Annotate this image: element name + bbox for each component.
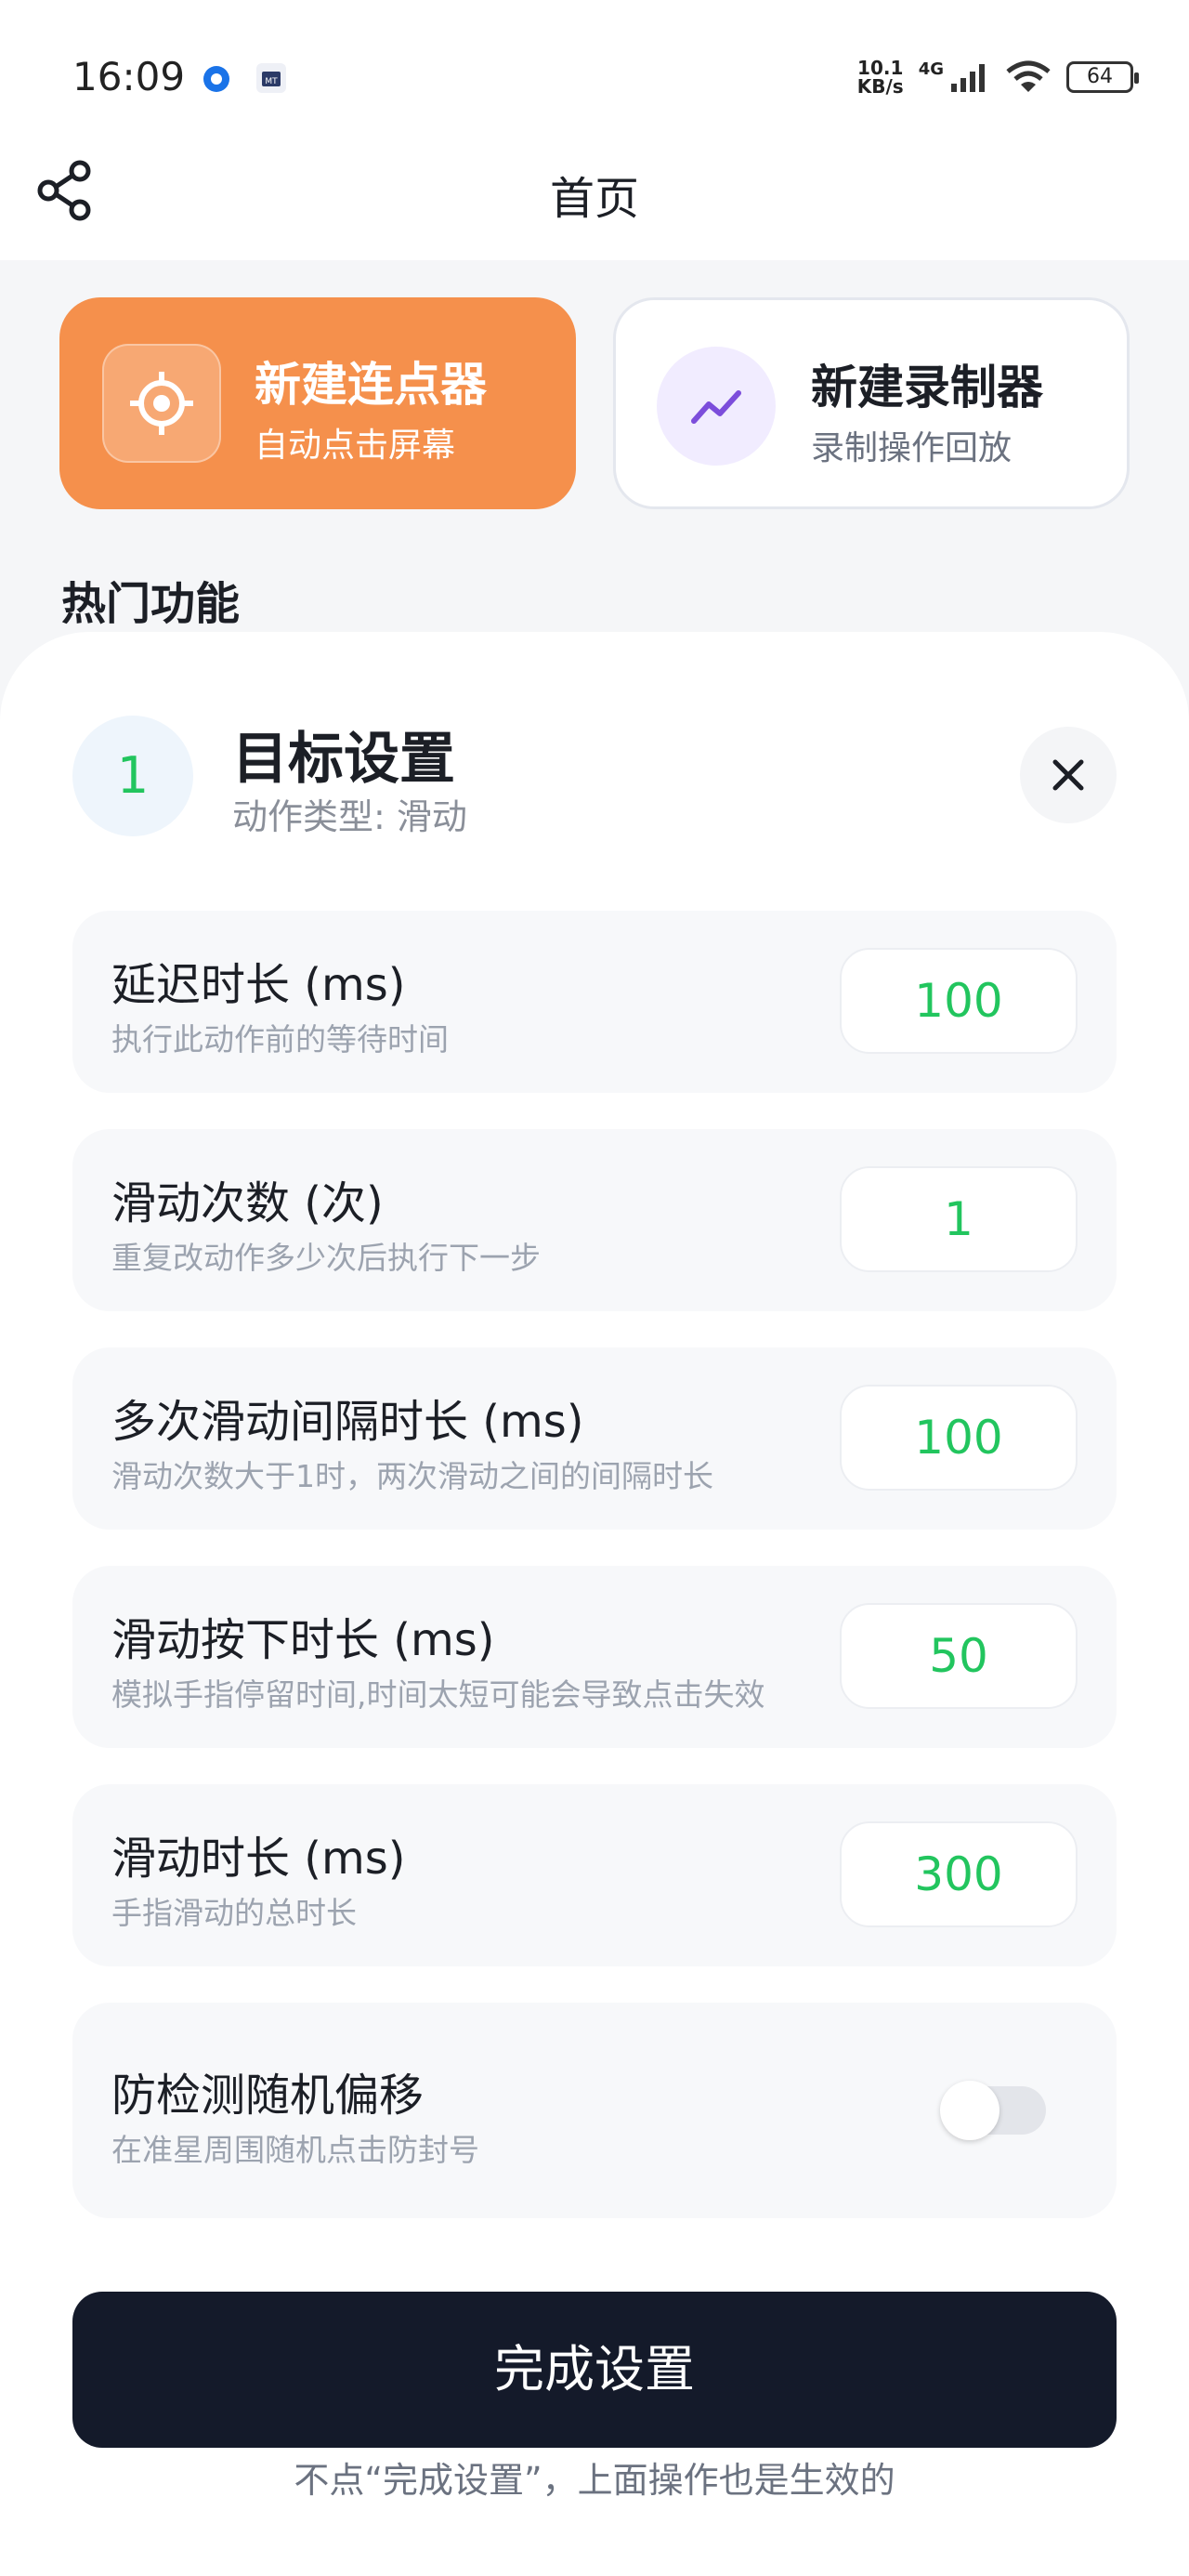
random-offset-row: 防检测随机偏移 在准星周围随机点击防封号 — [72, 2003, 1117, 2218]
setting-title: 防检测随机偏移 — [111, 2070, 425, 2122]
setting-description: 重复改动作多少次后执行下一步 — [111, 1240, 541, 1276]
section-title: 热门功能 — [61, 578, 241, 630]
done-button[interactable]: 完成设置 — [72, 2292, 1117, 2448]
new-clicker-card[interactable]: 新建连点器 自动点击屏幕 — [59, 297, 576, 509]
setting-title: 延迟时长 (ms) — [111, 959, 406, 1011]
card-subtitle: 自动点击屏幕 — [255, 427, 456, 465]
action-type-label: 动作类型: 滑动 — [232, 796, 467, 837]
step-number-badge: 1 — [72, 716, 193, 836]
setting-title: 多次滑动间隔时长 (ms) — [111, 1396, 584, 1448]
top-bar: 16:09 MT 10.1 KB/s 4G 64 首页 — [0, 0, 1189, 260]
battery-indicator: 64 — [1066, 61, 1139, 93]
network-type: 4G — [918, 59, 944, 79]
setting-description: 在准星周围随机点击防封号 — [111, 2132, 479, 2168]
footer-note: 不点“完成设置”，上面操作也是生效的 — [294, 2460, 895, 2501]
target-settings-sheet: 1 目标设置 动作类型: 滑动 延迟时长 (ms) 执行此动作前的等待时间 10… — [0, 632, 1189, 2576]
swipe-duration-row: 滑动时长 (ms) 手指滑动的总时长 300 — [72, 1784, 1117, 1966]
mt-notification-icon: MT — [256, 63, 286, 93]
random-offset-toggle[interactable] — [940, 2081, 1046, 2140]
setting-description: 模拟手指停留时间,时间太短可能会导致点击失效 — [111, 1676, 765, 1713]
swipe-count-row: 滑动次数 (次) 重复改动作多少次后执行下一步 1 — [72, 1129, 1117, 1311]
card-title: 新建连点器 — [255, 358, 487, 412]
setting-title: 滑动次数 (次) — [111, 1177, 384, 1229]
status-time: 16:09 — [72, 54, 186, 99]
signal-icon — [951, 64, 985, 92]
page-title: 首页 — [549, 173, 639, 225]
clicker-icon-box — [102, 344, 221, 463]
setting-description: 滑动次数大于1时，两次滑动之间的间隔时长 — [111, 1458, 713, 1494]
setting-title: 滑动时长 (ms) — [111, 1833, 406, 1885]
setting-description: 手指滑动的总时长 — [111, 1895, 357, 1931]
svg-text:MT: MT — [265, 77, 278, 86]
crosshair-icon — [130, 372, 193, 435]
trend-line-icon — [691, 390, 741, 424]
delay-input[interactable]: 100 — [840, 948, 1078, 1054]
swipe-interval-row: 多次滑动间隔时长 (ms) 滑动次数大于1时，两次滑动之间的间隔时长 100 — [72, 1347, 1117, 1530]
swipe-interval-input[interactable]: 100 — [840, 1385, 1078, 1491]
swipe-duration-input[interactable]: 300 — [840, 1821, 1078, 1927]
swipe-count-input[interactable]: 1 — [840, 1166, 1078, 1272]
new-recorder-card[interactable]: 新建录制器 录制操作回放 — [613, 297, 1130, 509]
net-speed: 10.1 KB/s — [856, 57, 904, 98]
toggle-knob — [940, 2081, 1000, 2140]
setting-title: 滑动按下时长 (ms) — [111, 1614, 495, 1666]
card-title: 新建录制器 — [811, 361, 1043, 414]
status-right: 10.1 KB/s 4G 64 — [856, 54, 1139, 100]
close-button[interactable] — [1020, 727, 1117, 823]
recorder-icon-box — [657, 347, 776, 466]
delay-setting-row: 延迟时长 (ms) 执行此动作前的等待时间 100 — [72, 911, 1117, 1093]
card-subtitle: 录制操作回放 — [811, 429, 1013, 467]
press-duration-row: 滑动按下时长 (ms) 模拟手指停留时间,时间太短可能会导致点击失效 50 — [72, 1566, 1117, 1748]
sheet-title: 目标设置 — [232, 727, 455, 792]
wifi-icon — [1006, 60, 1051, 92]
app-notification-icon — [203, 66, 229, 92]
press-duration-input[interactable]: 50 — [840, 1603, 1078, 1709]
close-icon — [1052, 759, 1084, 791]
setting-description: 执行此动作前的等待时间 — [111, 1021, 449, 1058]
